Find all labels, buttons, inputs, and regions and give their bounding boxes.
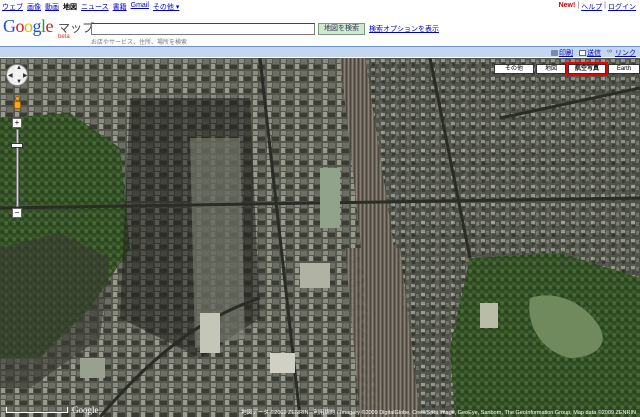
zoom-in-button[interactable]: + bbox=[12, 118, 22, 128]
scale-bar bbox=[6, 407, 68, 413]
gbar-link-video[interactable]: 動画 bbox=[45, 2, 59, 12]
map-type-controls: その他 地図 航空写真 Earth bbox=[494, 62, 640, 76]
toolbar-actions: 印刷 送信 リンク bbox=[551, 48, 636, 58]
map-type-satellite[interactable]: 航空写真 bbox=[566, 62, 608, 76]
pan-right-icon[interactable]: ▶ bbox=[23, 72, 28, 79]
map-type-map[interactable]: 地図 bbox=[536, 64, 566, 74]
map-type-more[interactable]: その他 bbox=[494, 64, 534, 74]
printer-icon bbox=[551, 50, 558, 56]
gbar-more-menu[interactable]: その他 ▾ bbox=[153, 2, 179, 12]
google-watermark-logo: Google bbox=[72, 405, 99, 415]
send-action[interactable]: 送信 bbox=[579, 48, 601, 58]
link-action[interactable]: リンク bbox=[607, 48, 636, 58]
search-options-link[interactable]: 検索オプションを表示 bbox=[369, 24, 439, 34]
search-button[interactable]: 地図を検索 bbox=[318, 23, 365, 35]
zoom-slider[interactable] bbox=[16, 129, 19, 207]
envelope-icon bbox=[579, 50, 586, 56]
gbar-link-books[interactable]: 書籍 bbox=[113, 2, 127, 12]
login-link[interactable]: ログイン bbox=[608, 2, 636, 12]
link-icon bbox=[607, 48, 614, 56]
copyright-text: 地図データ ©2009 ZENRIN - 利用規約 / Imagery ©200… bbox=[241, 410, 636, 416]
help-link[interactable]: ヘルプ bbox=[581, 2, 602, 12]
search-hint: お店やサービス、住所、場所を検索 bbox=[91, 40, 188, 46]
gbar-link-web[interactable]: ウェブ bbox=[2, 2, 23, 12]
google-logo[interactable]: Google bbox=[3, 16, 53, 37]
satellite-imagery bbox=[0, 58, 640, 417]
gbar-link-maps: 地図 bbox=[63, 4, 77, 11]
search-input[interactable] bbox=[91, 23, 315, 35]
pan-control[interactable]: ▲ ▼ ◀ ▶ bbox=[6, 64, 28, 86]
pan-left-icon[interactable]: ◀ bbox=[8, 72, 13, 79]
zoom-slider-handle[interactable] bbox=[11, 143, 23, 148]
print-action[interactable]: 印刷 bbox=[551, 48, 573, 58]
gbar-link-news[interactable]: ニュース bbox=[81, 2, 109, 12]
header: Google マップ beta 地図を検索 検索オプションを表示 お店やサービス… bbox=[0, 12, 640, 46]
gbar-links: ウェブ 画像 動画 地図 ニュース 書籍 Gmail その他 ▾ bbox=[2, 2, 179, 12]
map-type-earth[interactable]: Earth bbox=[608, 64, 640, 74]
pan-up-icon[interactable]: ▲ bbox=[16, 65, 22, 71]
new-badge: New! bbox=[558, 2, 576, 9]
gbar-link-images[interactable]: 画像 bbox=[27, 2, 41, 12]
pegman-icon[interactable] bbox=[13, 96, 21, 110]
pan-down-icon[interactable]: ▼ bbox=[16, 79, 22, 85]
zoom-out-button[interactable]: − bbox=[12, 208, 22, 218]
satellite-map[interactable]: その他 地図 航空写真 Earth ▲ ▼ ◀ ▶ + − Google 地図デ… bbox=[0, 58, 640, 417]
gbar-user-links: New! | ヘルプ | ログイン bbox=[558, 2, 636, 12]
map-toolbar: 印刷 送信 リンク bbox=[0, 46, 640, 57]
beta-label: beta bbox=[58, 34, 70, 40]
google-bar: ウェブ 画像 動画 地図 ニュース 書籍 Gmail その他 ▾ New! | … bbox=[0, 0, 640, 12]
gbar-link-gmail[interactable]: Gmail bbox=[131, 2, 149, 12]
